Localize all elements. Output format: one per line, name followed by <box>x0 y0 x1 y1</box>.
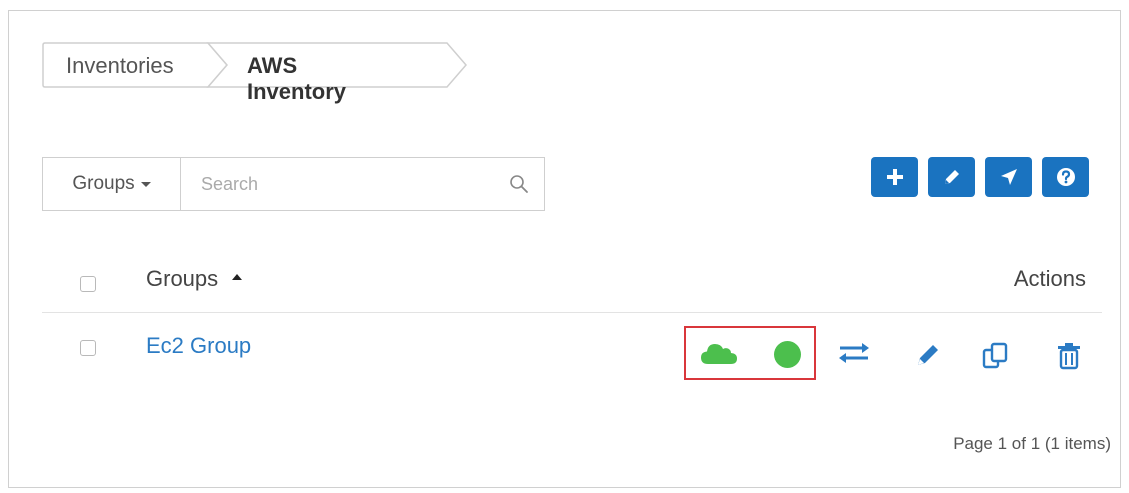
question-icon <box>1056 168 1075 186</box>
location-arrow-icon <box>1000 169 1017 185</box>
status-indicator[interactable] <box>774 341 801 368</box>
toolbar <box>871 157 1089 197</box>
groups-dropdown-label: Groups <box>72 173 135 194</box>
add-button[interactable] <box>871 157 918 197</box>
search-icon[interactable] <box>494 158 544 210</box>
group-name-link[interactable]: Ec2 Group <box>146 333 251 359</box>
copy-icon[interactable] <box>982 342 1010 370</box>
groups-dropdown[interactable]: Groups <box>43 158 181 210</box>
table-header: Groups Actions <box>42 258 1102 313</box>
row-checkbox[interactable] <box>80 340 96 356</box>
groups-header-label: Groups <box>146 266 219 291</box>
breadcrumb-inventories[interactable]: Inventories <box>66 53 174 79</box>
cloud-icon[interactable] <box>700 340 738 366</box>
table-row: Ec2 Group <box>42 312 1102 388</box>
groups-column-header[interactable]: Groups <box>146 266 243 292</box>
status-highlight <box>684 326 816 380</box>
trash-icon[interactable] <box>1057 342 1081 370</box>
edit-icon[interactable] <box>915 342 941 368</box>
pencil-icon <box>944 170 959 184</box>
launch-button[interactable] <box>985 157 1032 197</box>
pagination-info: Page 1 of 1 (1 items) <box>953 434 1111 453</box>
sync-icon[interactable] <box>838 342 870 364</box>
sort-asc-icon <box>232 274 243 280</box>
breadcrumb-current: AWS Inventory <box>247 53 347 104</box>
search-group: Groups <box>42 157 545 211</box>
actions-column-header: Actions <box>1013 266 1086 291</box>
select-all-checkbox[interactable] <box>80 276 96 292</box>
chevron-down-icon <box>140 181 151 187</box>
edit-inventory-button[interactable] <box>928 157 975 197</box>
help-button[interactable] <box>1042 157 1089 197</box>
search-input[interactable] <box>181 158 494 210</box>
plus-icon <box>886 169 903 185</box>
